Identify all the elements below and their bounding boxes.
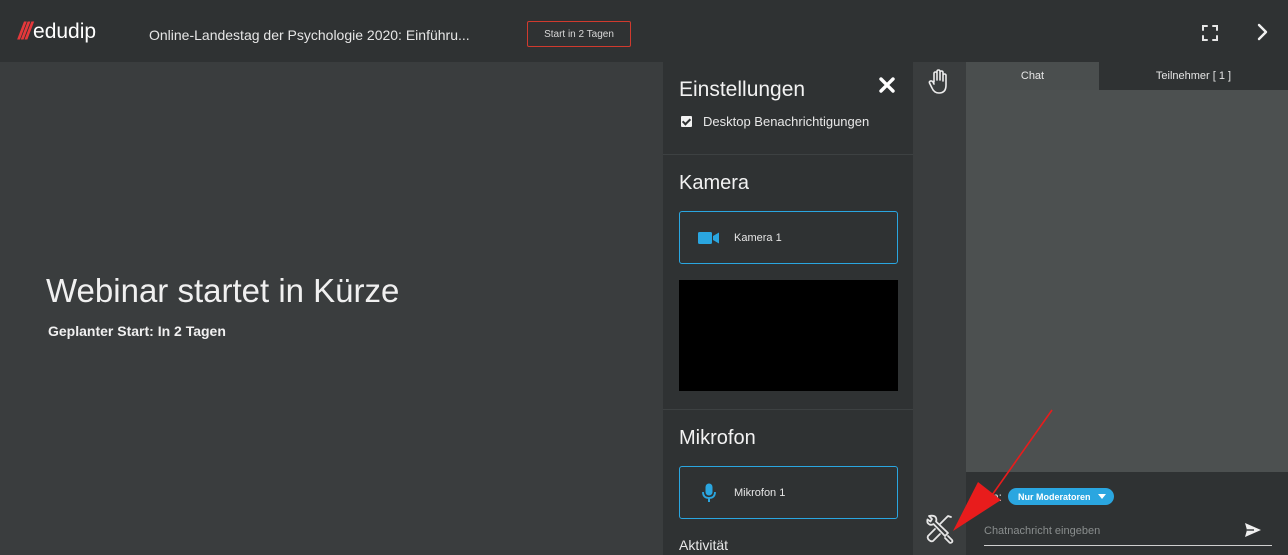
desktop-notifications-label: Desktop Benachrichtigungen [703, 114, 870, 129]
recipient-label: An: [984, 489, 1003, 504]
chat-tabs: Chat Teilnehmer [ 1 ] [966, 62, 1288, 90]
chat-message-input[interactable] [984, 516, 1272, 546]
settings-title: Einstellungen [679, 78, 806, 101]
webinar-title: Online-Landestag der Psychologie 2020: E… [149, 27, 470, 43]
tool-column [913, 62, 966, 555]
recipient-value: Nur Moderatoren [1018, 491, 1091, 502]
tools-icon[interactable] [923, 512, 957, 546]
start-countdown-badge: Start in 2 Tagen [527, 21, 631, 47]
microphone-device-label: Mikrofon 1 [734, 486, 786, 499]
recipient-dropdown[interactable]: Nur Moderatoren [1008, 488, 1114, 505]
fullscreen-icon[interactable] [1199, 22, 1221, 44]
chat-panel: Chat Teilnehmer [ 1 ] An: Nur Moderatore… [966, 62, 1288, 555]
camera-icon [698, 229, 720, 247]
chevron-down-icon [1097, 494, 1106, 499]
webinar-app: /// edudip Online-Landestag der Psycholo… [0, 0, 1288, 555]
tab-chat[interactable]: Chat [966, 62, 1099, 90]
divider [663, 154, 913, 155]
tab-participants[interactable]: Teilnehmer [ 1 ] [1099, 62, 1288, 90]
scheduled-start: Geplanter Start: In 2 Tagen [48, 323, 226, 339]
raise-hand-icon[interactable] [926, 68, 952, 96]
divider [663, 409, 913, 410]
logo-slashes: /// [18, 18, 32, 45]
logo-text: edudip [33, 20, 97, 43]
camera-preview [679, 280, 898, 391]
recipient-row: An: Nur Moderatoren [984, 488, 1114, 505]
edudip-logo[interactable]: /// edudip [18, 18, 97, 45]
camera-section-title: Kamera [679, 172, 750, 194]
chevron-right-icon[interactable] [1253, 20, 1273, 44]
activity-label: Aktivität [679, 537, 729, 553]
microphone-icon [698, 483, 720, 502]
chat-composer: An: Nur Moderatoren [966, 472, 1288, 555]
desktop-notifications-toggle[interactable]: Desktop Benachrichtigungen [681, 114, 869, 129]
settings-panel: Einstellungen Desktop Benachrichtigungen… [663, 62, 913, 555]
microphone-select[interactable]: Mikrofon 1 [679, 466, 898, 519]
stage-title: Webinar startet in Kürze [46, 272, 400, 309]
desktop-notifications-checkbox[interactable] [681, 116, 692, 127]
camera-select[interactable]: Kamera 1 [679, 211, 898, 264]
send-icon[interactable] [1243, 520, 1263, 540]
camera-device-label: Kamera 1 [734, 231, 782, 244]
top-bar: /// edudip Online-Landestag der Psycholo… [0, 0, 1288, 62]
microphone-section-title: Mikrofon [679, 427, 756, 449]
close-icon[interactable] [876, 74, 898, 96]
chat-message-list [966, 90, 1288, 472]
